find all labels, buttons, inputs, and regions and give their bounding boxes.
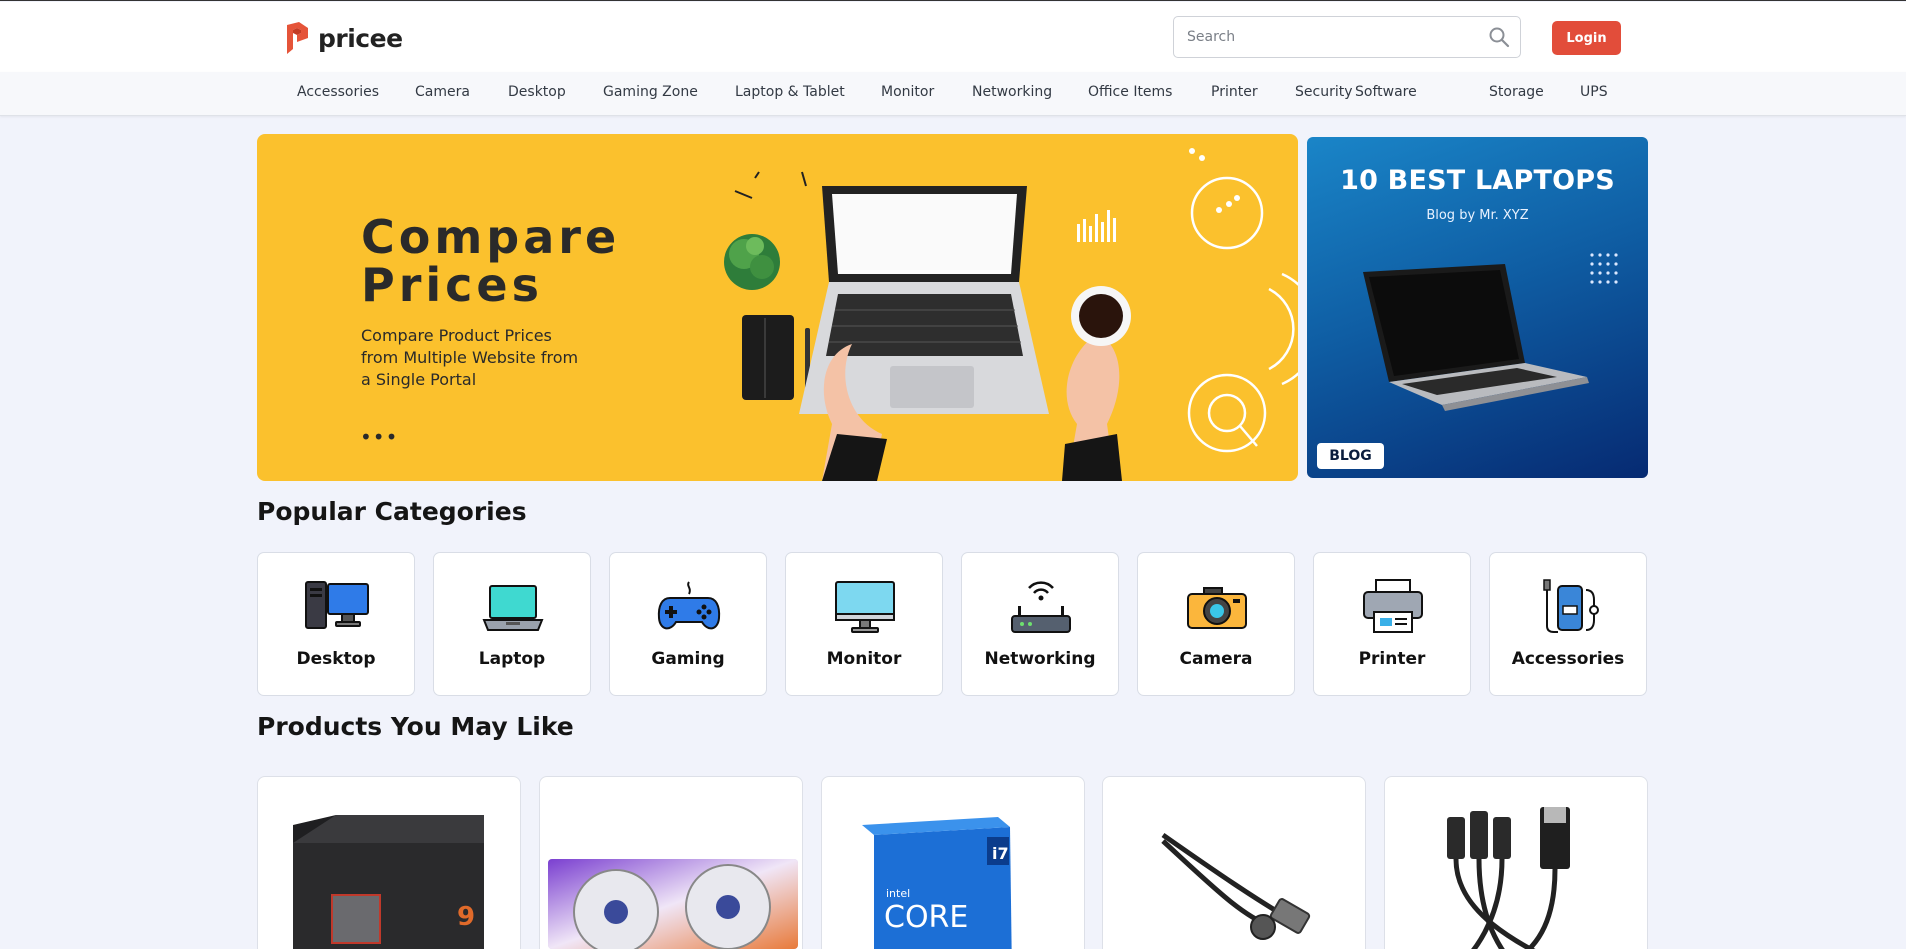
nav-item-office-items[interactable]: Office Items xyxy=(1088,84,1172,100)
nav-item-accessories[interactable]: Accessories xyxy=(297,84,379,100)
logo-text: pricee xyxy=(318,23,403,53)
top-header: pricee Login xyxy=(0,2,1906,72)
nav-item-storage[interactable]: Storage xyxy=(1489,84,1544,100)
blog-promo-card[interactable]: 10 BEST LAPTOPS Blog by Mr. XYZ BLOG xyxy=(1307,137,1648,478)
popular-categories-heading: Popular Categories xyxy=(257,497,527,526)
printer-icon xyxy=(1363,579,1423,633)
succulent-plant xyxy=(724,234,780,290)
magnetic-usb-cable-image xyxy=(1161,832,1311,940)
hero-subtitle: Compare Product Prices from Multiple Web… xyxy=(361,326,579,389)
category-card-networking[interactable]: Networking xyxy=(961,552,1119,696)
svg-text:i7: i7 xyxy=(992,844,1009,863)
category-label: Gaming xyxy=(651,649,725,669)
intel-core-i7-box-image: i7 intel CORE xyxy=(862,817,1012,949)
nav-item-monitor[interactable]: Monitor xyxy=(881,84,934,100)
category-card-printer[interactable]: Printer xyxy=(1313,552,1471,696)
search-icon[interactable] xyxy=(1488,26,1510,48)
product-card[interactable] xyxy=(1384,776,1648,949)
pricee-logo-icon xyxy=(287,22,308,54)
svg-text:CORE: CORE xyxy=(884,900,968,935)
product-card[interactable]: i7 intel CORE xyxy=(821,776,1085,949)
desktop-icon xyxy=(305,581,369,629)
accessories-icon xyxy=(1543,579,1599,633)
nav-item-ups[interactable]: UPS xyxy=(1580,84,1608,100)
blog-tag-badge: BLOG xyxy=(1317,443,1384,469)
three-in-one-usb-cable-image xyxy=(1447,807,1570,949)
svg-text:9: 9 xyxy=(457,902,475,932)
category-label: Desktop xyxy=(296,649,376,669)
login-button[interactable]: Login xyxy=(1552,21,1621,55)
router-icon xyxy=(1011,581,1071,633)
nav-item-software[interactable]: Software xyxy=(1355,84,1417,100)
laptop-desk-illustration xyxy=(724,148,1298,481)
category-label: Networking xyxy=(984,649,1096,669)
hero-carousel-dots[interactable]: ••• xyxy=(360,425,398,449)
category-nav: Accessories Camera Desktop Gaming Zone L… xyxy=(0,72,1906,116)
category-label: Printer xyxy=(1358,649,1426,669)
product-card[interactable] xyxy=(539,776,803,949)
category-card-laptop[interactable]: Laptop xyxy=(433,552,591,696)
category-card-monitor[interactable]: Monitor xyxy=(785,552,943,696)
search-input[interactable] xyxy=(1174,17,1464,57)
nav-item-networking[interactable]: Networking xyxy=(972,84,1052,100)
camera-icon xyxy=(1187,587,1247,629)
laptop-image xyxy=(1363,253,1618,411)
category-label: Accessories xyxy=(1511,649,1625,669)
processor-box-image: 9 xyxy=(293,815,484,949)
nav-item-desktop[interactable]: Desktop xyxy=(508,84,566,100)
gamepad-icon xyxy=(657,581,721,630)
monitor-icon xyxy=(835,581,895,633)
svg-text:intel: intel xyxy=(886,887,910,900)
blog-title: 10 BEST LAPTOPS xyxy=(1340,165,1615,196)
hero-banner[interactable]: Compare Prices Compare Product Prices fr… xyxy=(257,134,1298,481)
category-card-gaming[interactable]: Gaming xyxy=(609,552,767,696)
category-card-desktop[interactable]: Desktop xyxy=(257,552,415,696)
site-logo[interactable]: pricee xyxy=(286,20,403,56)
hero-title: Compare Prices xyxy=(361,210,621,312)
category-card-camera[interactable]: Camera xyxy=(1137,552,1295,696)
products-heading: Products You May Like xyxy=(257,712,574,741)
nav-item-laptop-tablet[interactable]: Laptop & Tablet xyxy=(735,84,845,100)
product-card[interactable] xyxy=(1102,776,1366,949)
nav-item-printer[interactable]: Printer xyxy=(1211,84,1258,100)
search-box xyxy=(1173,16,1521,58)
nav-item-security[interactable]: Security xyxy=(1295,84,1353,100)
nav-item-gaming-zone[interactable]: Gaming Zone xyxy=(603,84,698,100)
graphics-card-image xyxy=(548,859,798,949)
product-card[interactable]: 9 xyxy=(257,776,521,949)
nav-item-camera[interactable]: Camera xyxy=(415,84,470,100)
category-label: Laptop xyxy=(478,649,546,669)
category-card-accessories[interactable]: Accessories xyxy=(1489,552,1647,696)
category-label: Camera xyxy=(1179,649,1253,669)
laptop-icon xyxy=(482,585,544,631)
category-label: Monitor xyxy=(826,649,902,669)
blog-subtitle: Blog by Mr. XYZ xyxy=(1426,208,1529,223)
